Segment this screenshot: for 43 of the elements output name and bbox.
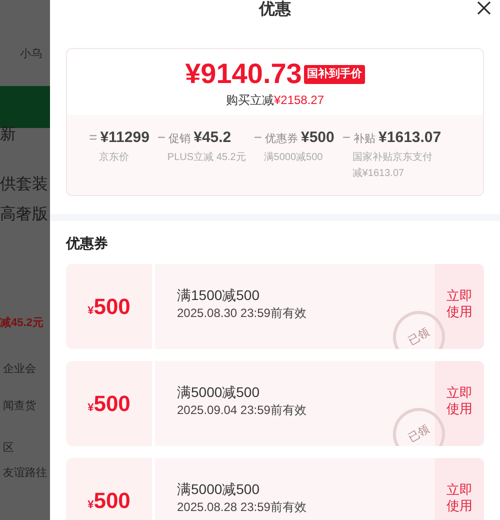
sheet-title: 优惠 (259, 0, 291, 20)
page-text-fragment: 企业会 (2, 362, 36, 377)
breakdown-note: PLUS立减 45.2元 (166, 150, 246, 164)
page-text-fragment: 高奢版 (0, 204, 48, 224)
coupon-value: ¥500 (88, 487, 130, 515)
breakdown-note: 京东价 (98, 150, 130, 164)
coupon-expiry: 2025.08.28 23:59前有效 (177, 500, 308, 515)
page-text-fragment: 新 (0, 124, 16, 144)
operator-sign: = (89, 128, 98, 147)
final-price: ¥9140.73 (185, 57, 302, 91)
subsidy-badge: 国补到手价 (304, 64, 365, 84)
page-text-fragment: 闻查货 (2, 398, 36, 414)
coupon-expiry: 2025.09.04 23:59前有效 (177, 403, 308, 418)
saving-amount: ¥2158.27 (274, 92, 324, 109)
breakdown-amount: ¥1613.07 (378, 128, 442, 148)
close-icon[interactable] (476, 0, 492, 16)
use-now-button[interactable]: 立即使用 (435, 361, 484, 446)
coupon-value: ¥500 (88, 293, 130, 321)
breakdown-note: 满5000减500 (262, 150, 324, 164)
breakdown-amount: ¥45.2 (194, 128, 232, 148)
coupon-condition: 满5000减500 (177, 480, 261, 498)
breakdown-amount: ¥11299 (100, 128, 150, 148)
operator-sign: − (157, 128, 166, 147)
breakdown-label: 促销 (168, 132, 191, 147)
page-text-fragment: 减45.2元 (0, 316, 44, 330)
saving-label: 购买立减 (226, 92, 274, 109)
coupons-heading: 优惠券 (66, 234, 109, 253)
page-text-fragment: 供套装 (0, 174, 48, 194)
operator-sign: − (254, 128, 262, 147)
operator-sign: − (342, 128, 351, 147)
use-now-button[interactable]: 立即使用 (435, 458, 484, 520)
coupon-expiry: 2025.08.30 23:59前有效 (177, 306, 308, 321)
breakdown-label: 优惠券 (264, 132, 298, 147)
breakdown-label: 补贴 (354, 132, 376, 147)
coupon-condition: 满5000减500 (177, 383, 261, 401)
coupon-value: ¥500 (88, 390, 130, 418)
coupon-condition: 满1500减500 (177, 286, 261, 304)
page-text-fragment: 小乌 (19, 47, 42, 62)
page-text-fragment: 区 (2, 441, 14, 456)
page-text-fragment: 友谊路往 (2, 466, 47, 480)
breakdown-note: 国家补贴京东支付减¥1613.07 (351, 150, 434, 180)
breakdown-amount: ¥500 (300, 128, 334, 148)
use-now-button[interactable]: 立即使用 (435, 264, 484, 349)
